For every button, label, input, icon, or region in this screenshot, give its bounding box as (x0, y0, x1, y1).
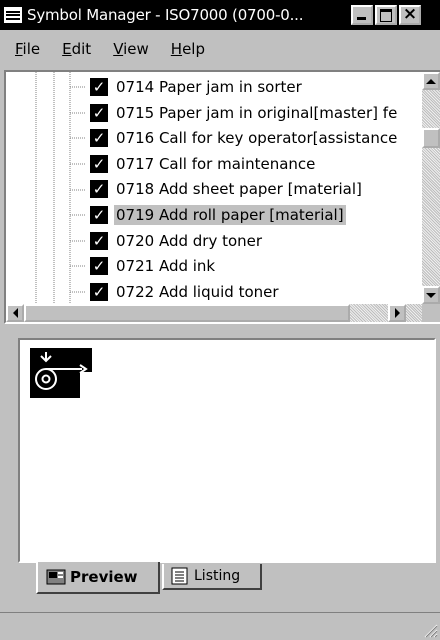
scroll-left-button[interactable] (6, 304, 24, 322)
tree-item[interactable]: ✓ 0715 Paper jam in original[master] fe (6, 100, 424, 126)
tree-item-label: 0718 Add sheet paper [material] (116, 180, 362, 199)
tree-item-label: 0717 Call for maintenance (116, 154, 316, 173)
arrow-right-icon (394, 308, 400, 318)
app-icon[interactable] (4, 7, 22, 23)
arrow-left-icon (12, 308, 18, 318)
checkbox-checked-icon[interactable]: ✓ (90, 231, 108, 250)
checkbox-checked-icon[interactable]: ✓ (90, 205, 108, 224)
resize-grip-icon[interactable] (422, 622, 438, 638)
menu-file[interactable]: File (4, 40, 51, 58)
checkbox-checked-icon[interactable]: ✓ (90, 180, 108, 199)
minimize-button[interactable] (351, 5, 373, 25)
maximize-button[interactable] (375, 5, 397, 25)
horizontal-scroll-thumb[interactable] (24, 304, 350, 322)
checkbox-checked-icon[interactable]: ✓ (90, 129, 108, 148)
status-bar (0, 612, 440, 640)
view-tabs: Preview Listing (0, 562, 440, 608)
tab-preview-label: Preview (70, 568, 138, 586)
scrollbar-corner (422, 304, 440, 322)
tree-item-label: 0716 Call for key operator[assistance (116, 129, 398, 148)
checkbox-checked-icon[interactable]: ✓ (90, 257, 108, 276)
checkbox-checked-icon[interactable]: ✓ (90, 282, 108, 301)
tree-item[interactable]: ✓ 0722 Add liquid toner (6, 279, 424, 305)
preview-icon (46, 569, 66, 585)
tree-item[interactable]: ✓ 0717 Call for maintenance (6, 151, 424, 177)
tree-item[interactable]: ✓ 0718 Add sheet paper [material] (6, 176, 424, 202)
tree-item-label: 0719 Add roll paper [material] (114, 204, 346, 225)
horizontal-scrollbar[interactable] (6, 304, 424, 322)
menu-help[interactable]: Help (160, 40, 216, 58)
tree-item-label: 0720 Add dry toner (116, 231, 263, 250)
listing-icon (171, 567, 188, 585)
tree-item[interactable]: ✓ 0716 Call for key operator[assistance (6, 125, 424, 151)
tree-item-label: 0715 Paper jam in original[master] fe (116, 103, 398, 122)
scroll-down-button[interactable] (422, 286, 440, 304)
arrow-up-icon (426, 78, 436, 84)
tab-listing-label: Listing (194, 568, 241, 584)
scroll-up-button[interactable] (422, 72, 440, 90)
checkbox-checked-icon[interactable]: ✓ (90, 78, 108, 96)
menu-view[interactable]: View (102, 40, 160, 58)
tree-item[interactable]: ✓ 0714 Paper jam in sorter (6, 74, 424, 100)
tree-item-label: 0722 Add liquid toner (116, 282, 279, 301)
tree-item[interactable]: ✓ 0721 Add ink (6, 253, 424, 279)
tree-list: ✓ 0714 Paper jam in sorter ✓ 0715 Paper … (6, 74, 424, 304)
vertical-scrollbar[interactable] (422, 72, 440, 304)
window-title: Symbol Manager - ISO7000 (0700-0... (27, 6, 304, 24)
menu-edit[interactable]: Edit (51, 40, 102, 58)
preview-panel (18, 338, 436, 563)
tree-item-label: 0721 Add ink (116, 257, 216, 276)
checkbox-checked-icon[interactable]: ✓ (90, 154, 108, 173)
close-button[interactable]: × (399, 5, 421, 25)
vertical-scroll-thumb[interactable] (422, 128, 440, 148)
tree-item-label: 0714 Paper jam in sorter (116, 78, 302, 96)
roll-paper-symbol-icon (30, 348, 92, 398)
tab-preview[interactable]: Preview (36, 562, 160, 594)
title-bar[interactable]: Symbol Manager - ISO7000 (0700-0... × (0, 0, 440, 30)
symbol-tree[interactable]: ✓ 0714 Paper jam in sorter ✓ 0715 Paper … (4, 70, 440, 324)
scroll-right-button[interactable] (388, 304, 406, 322)
tree-item-selected[interactable]: ✓ 0719 Add roll paper [material] (6, 202, 424, 228)
arrow-down-icon (426, 292, 436, 298)
tab-listing[interactable]: Listing (162, 564, 262, 590)
checkbox-checked-icon[interactable]: ✓ (90, 103, 108, 122)
menu-bar: File Edit View Help (0, 34, 440, 64)
tree-item[interactable]: ✓ 0720 Add dry toner (6, 228, 424, 254)
